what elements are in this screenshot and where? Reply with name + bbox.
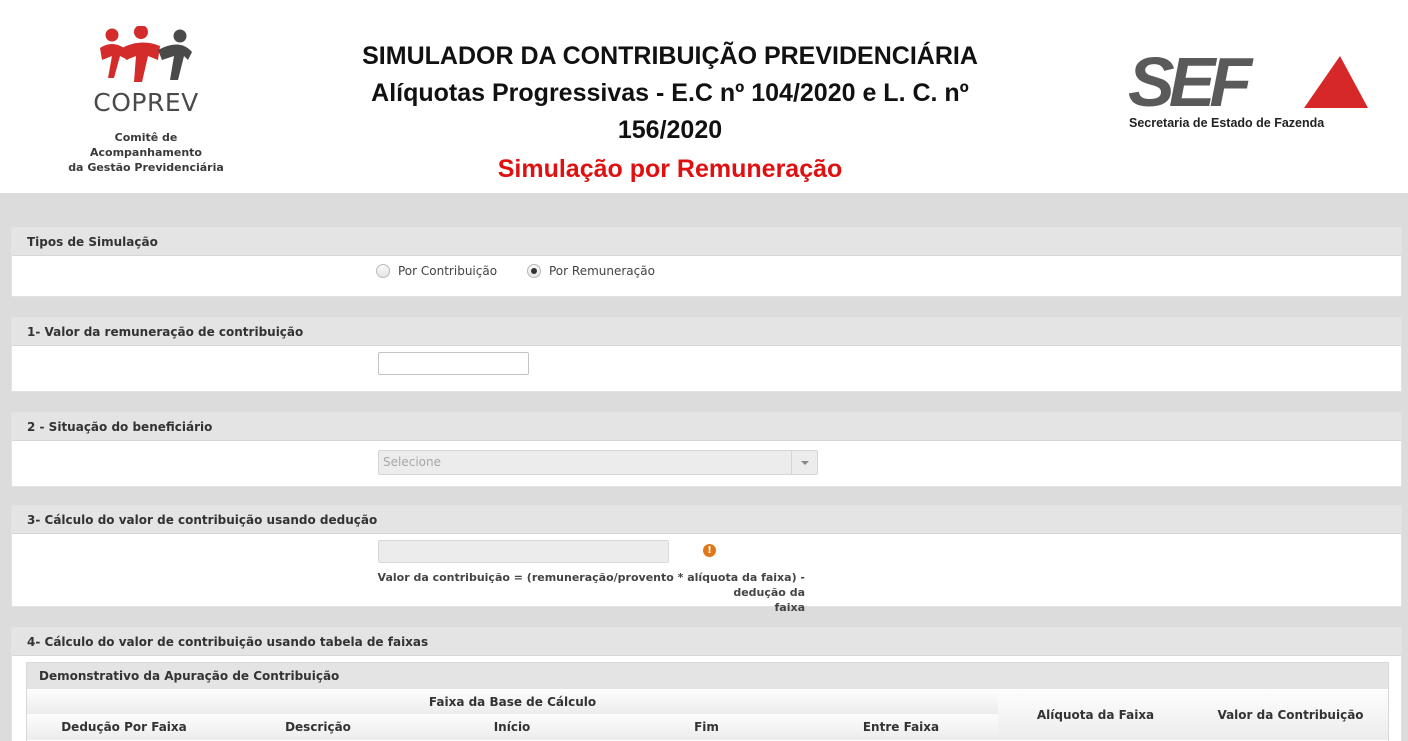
select-placeholder: Selecione bbox=[383, 455, 441, 469]
coprev-tagline-line1: Comitê de Acompanhamento bbox=[89, 131, 202, 159]
section4-panel: 4- Cálculo do valor de contribuição usan… bbox=[11, 627, 1402, 741]
coprev-logo: COPREV Comitê de Acompanhamento da Gestã… bbox=[58, 22, 234, 174]
remuneracao-input[interactable] bbox=[378, 352, 529, 375]
th-inicio: Início bbox=[415, 714, 609, 740]
contribuicao-deducao-input bbox=[378, 540, 669, 563]
th-aliquota: Alíquota da Faixa bbox=[998, 690, 1193, 740]
demonstrativo-panel: Demonstrativo da Apuração de Contribuiçã… bbox=[26, 662, 1389, 741]
tipos-panel: Tipos de Simulação Por Contribuição Por … bbox=[11, 227, 1402, 297]
th-faixa-base: Faixa da Base de Cálculo bbox=[27, 690, 998, 714]
page-subtitle: Simulação por Remuneração bbox=[497, 155, 843, 183]
th-deducao: Dedução Por Faixa bbox=[27, 714, 221, 740]
page-header: COPREV Comitê de Acompanhamento da Gestã… bbox=[0, 0, 1408, 193]
coprev-tagline: Comitê de Acompanhamento da Gestão Previ… bbox=[58, 130, 234, 175]
radio-por-contribuicao[interactable]: Por Contribuição bbox=[376, 264, 497, 278]
sef-logo: SEF Secretaria de Estado de Fazenda bbox=[1126, 50, 1374, 134]
radio-por-remuneracao[interactable]: Por Remuneração bbox=[527, 264, 655, 278]
radio-label[interactable]: Por Remuneração bbox=[549, 264, 655, 278]
chevron-down-icon[interactable] bbox=[791, 451, 817, 474]
tipos-heading: Tipos de Simulação bbox=[12, 228, 1401, 256]
coprev-people-icon bbox=[100, 26, 192, 82]
coprev-tagline-line2: da Gestão Previdenciária bbox=[68, 161, 224, 174]
section2-heading: 2 - Situação do beneficiário bbox=[12, 413, 1401, 441]
formula-line1: Valor da contribuição = (remuneração/pro… bbox=[377, 571, 805, 599]
th-valor-contribuicao: Valor da Contribuição bbox=[1193, 690, 1388, 740]
formula-text: Valor da contribuição = (remuneração/pro… bbox=[352, 570, 805, 615]
radio-label[interactable]: Por Contribuição bbox=[398, 264, 497, 278]
sef-logo-mark: SEF bbox=[1128, 50, 1368, 114]
sef-tagline: Secretaria de Estado de Fazenda bbox=[1129, 116, 1325, 130]
radio-button[interactable] bbox=[376, 264, 390, 278]
th-fim: Fim bbox=[609, 714, 804, 740]
page-title: SIMULADOR DA CONTRIBUIÇÃO PREVIDENCIÁRIA… bbox=[330, 38, 1010, 149]
section1-panel: 1- Valor da remuneração de contribuição bbox=[11, 317, 1402, 392]
section2-panel: 2 - Situação do beneficiário Selecione bbox=[11, 412, 1402, 487]
formula-line2: faixa bbox=[774, 601, 806, 614]
title-line-2: Alíquotas Progressivas - E.C nº 104/2020… bbox=[371, 79, 969, 107]
title-line-1: SIMULADOR DA CONTRIBUIÇÃO PREVIDENCIÁRIA bbox=[362, 42, 978, 70]
radio-button-checked[interactable] bbox=[527, 264, 541, 278]
section3-panel: 3- Cálculo do valor de contribuição usan… bbox=[11, 505, 1402, 614]
section4-heading: 4- Cálculo do valor de contribuição usan… bbox=[12, 628, 1401, 656]
exclamation-icon[interactable]: ! bbox=[703, 544, 716, 557]
th-entre-faixa: Entre Faixa bbox=[804, 714, 998, 740]
title-line-3: 156/2020 bbox=[617, 116, 723, 144]
section1-heading: 1- Valor da remuneração de contribuição bbox=[12, 318, 1401, 346]
demonstrativo-heading: Demonstrativo da Apuração de Contribuiçã… bbox=[27, 663, 1388, 689]
section3-heading: 3- Cálculo do valor de contribuição usan… bbox=[12, 506, 1401, 534]
th-descricao: Descrição bbox=[221, 714, 415, 740]
coprev-name: COPREV bbox=[93, 88, 199, 117]
sef-logo-text: SEF bbox=[1128, 50, 1254, 114]
situacao-select[interactable]: Selecione bbox=[378, 450, 818, 475]
